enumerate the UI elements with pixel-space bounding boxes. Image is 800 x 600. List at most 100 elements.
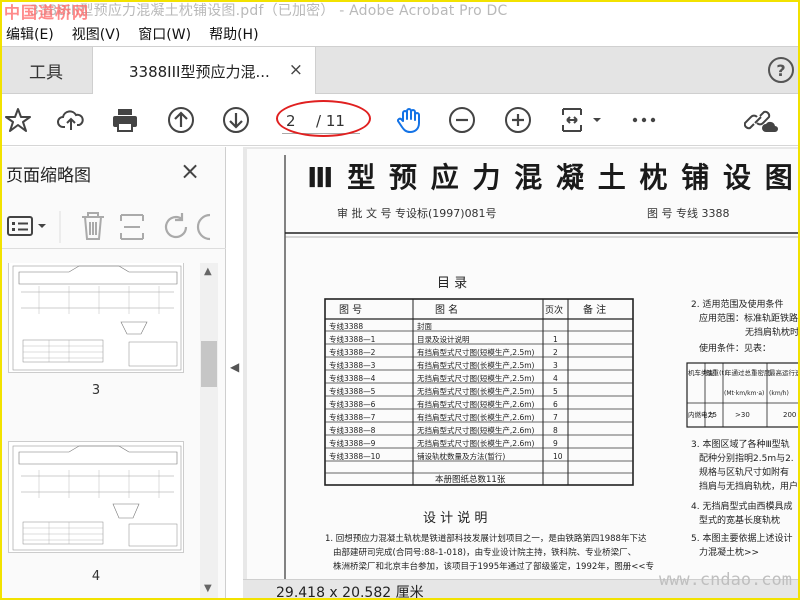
design-paragraph: 1. 回想预应力混凝土轨枕是铁道部科技发展计划项目之一，是由铁路第四1988年下…: [325, 533, 654, 572]
tab-document[interactable]: 3388III型预应力混... ×: [92, 47, 316, 95]
fit-page-icon[interactable]: [559, 106, 603, 134]
toc-cell-no: 专线3388—9: [329, 438, 376, 448]
collapse-sidebar-icon[interactable]: ◀: [230, 360, 239, 374]
toc-header-note: 备 注: [583, 303, 606, 316]
more-icon[interactable]: [630, 106, 658, 134]
toc-cell-name: 封面: [417, 321, 432, 331]
toc-cell-no: 专线3388—10: [329, 451, 380, 461]
zoom-in-icon[interactable]: [504, 106, 532, 134]
toc-cell-no: 专线3388—6: [329, 399, 376, 409]
toc-cell-name: 有挡肩型式尺寸图(长模生产,2.5m): [417, 360, 535, 370]
right-col-line-10: 型式的宽基长度轨枕: [699, 514, 780, 526]
sidebar-toolbar: [0, 203, 226, 249]
page-size-readout: 29.418 x 20.582 厘米: [276, 585, 424, 600]
thumbnail-options-icon[interactable]: [7, 216, 46, 236]
toc-cell-name: 无挡肩型式尺寸图(短模生产,2.5m): [417, 373, 535, 383]
right-col-line-1: 2. 适用范围及使用条件: [691, 298, 783, 310]
sidebar-scroll-thumb[interactable]: [201, 341, 217, 387]
thumbnail-label-4: 4: [91, 569, 101, 584]
toc-header-name: 图 名: [435, 303, 458, 316]
toc-title: 目 录: [437, 276, 467, 291]
doc-drawing-no: 图 号 专线 3388: [647, 206, 729, 220]
toc-cell-no: 专线3388—2: [329, 347, 376, 357]
menu-bar: 编辑(E) 视图(V) 窗口(W) 帮助(H): [0, 22, 800, 46]
design-title: 设 计 说 明: [423, 511, 487, 526]
toc-cell-page: 2: [553, 348, 558, 357]
extract-pages-icon[interactable]: [120, 214, 144, 240]
print-icon[interactable]: [111, 106, 139, 134]
scroll-up-arrow-icon[interactable]: ▲: [204, 266, 212, 277]
mini-th-2: 轴重(t): [706, 368, 727, 377]
pdf-page: Ⅲ 型 预 应 力 混 凝 土 枕 铺 设 图 审 批 文 号 专设标(1997…: [247, 149, 800, 579]
design-paragraph-line-2: 由部建研司完成(合同号:88-1-018)，由专业设计院主持，铁科院、专业桥梁厂…: [333, 547, 636, 558]
right-col-line-5: 3. 本图区域了各种Ⅲ型轨: [691, 438, 790, 450]
thumbnail-page-4[interactable]: [8, 441, 184, 553]
menu-view[interactable]: 视图(V): [72, 24, 121, 44]
upload-cloud-icon[interactable]: [57, 106, 85, 134]
site-watermark: www.cndao.com: [658, 570, 792, 590]
red-annotation-ellipse: [276, 100, 371, 137]
bookmark-star-icon[interactable]: [4, 106, 32, 134]
toc-cell-name: 无挡肩型式尺寸图(长模生产,2.6m): [417, 438, 535, 448]
toc-cell-no: 专线3388—3: [329, 360, 376, 370]
tab-close-icon[interactable]: ×: [289, 60, 303, 80]
tab-bar: 工具 3388III型预应力混... × ?: [0, 46, 800, 95]
tab-tools[interactable]: 工具: [0, 47, 92, 94]
tab-document-label: 3388III型预应力混...: [129, 62, 270, 81]
toc-cell-page: 7: [553, 413, 558, 422]
design-paragraph-line-1: 1. 回想预应力混凝土轨枕是铁道部科技发展计划项目之一，是由铁路第四1988年下…: [325, 533, 647, 544]
right-col-line-12: 力混凝土枕>>: [699, 546, 759, 558]
right-col-line-8: 挡肩与无挡肩轨枕，用户: [699, 480, 798, 492]
mini-unit-4: (km/h): [769, 390, 789, 397]
toc-cell-no: 专线3388—8: [329, 425, 376, 435]
right-column-text: 2. 适用范围及使用条件 应用范围：标准轨距铁路 无挡肩轨枕时 使用条件：见表：…: [691, 298, 799, 558]
document-view[interactable]: Ⅲ 型 预 应 力 混 凝 土 枕 铺 设 图 审 批 文 号 专设标(1997…: [243, 147, 800, 600]
thumbnail-page-3[interactable]: [8, 263, 184, 373]
thumbnail-sidebar: 页面缩略图 × 3 4 ▲ ▼: [0, 147, 226, 600]
watermark-logo: 中国道桥网: [4, 3, 90, 20]
toc-cell-name: 无挡肩型式尺寸图(短模生产,2.6m): [417, 425, 535, 435]
mini-th-3: 年通过总重密度: [725, 368, 771, 377]
toc-rows: 专线3388 封面专线3388—1 目录及设计说明 1 专线3388—2 有挡肩型式尺寸图…: [329, 321, 563, 461]
toc-cell-page: 6: [553, 400, 558, 409]
page-up-icon[interactable]: [167, 106, 195, 134]
window-title-bar: 3388III型预应力混凝土枕铺设图.pdf（已加密） - Adobe Acro…: [0, 0, 800, 20]
zoom-out-icon[interactable]: [448, 106, 476, 134]
menu-edit[interactable]: 编辑(E): [6, 24, 54, 44]
mini-td-3: >30: [735, 411, 750, 419]
page-down-icon[interactable]: [222, 106, 250, 134]
design-paragraph-line-3: 株洲桥梁厂和北京丰台参加，该项目于1995年通过了部级鉴定，1992年，图册<<…: [333, 561, 654, 572]
window-title: 3388III型预应力混凝土枕铺设图.pdf（已加密） - Adobe Acro…: [30, 3, 508, 19]
right-col-line-7: 规格与区轨尺寸如附有: [699, 466, 789, 478]
toc-cell-page: 10: [553, 452, 563, 461]
toc-cell-no: 专线3388—4: [329, 373, 376, 383]
toc-cell-page: 9: [553, 439, 558, 448]
right-col-line-6: 配种分别指明2.5m与2.: [699, 452, 794, 464]
menu-window[interactable]: 窗口(W): [138, 24, 191, 44]
sidebar-close-icon[interactable]: ×: [180, 157, 200, 185]
thumbnail-3-drawing: [12, 265, 182, 371]
right-col-line-2: 应用范围：标准轨距铁路: [699, 312, 798, 324]
share-link-icon[interactable]: [744, 106, 778, 134]
mini-th-4: 最高运行速度: [769, 368, 800, 377]
right-col-line-3: 无挡肩轨枕时: [745, 326, 799, 338]
toc-cell-no: 专线3388—7: [329, 412, 376, 422]
doc-heading: Ⅲ 型 预 应 力 混 凝 土 枕 铺 设 图: [307, 161, 795, 194]
toc-cell-name: 铺设轨枕数量及方法(暂行): [417, 451, 505, 461]
toc-footer: 本册图纸总数11张: [435, 474, 506, 485]
mini-td-2: 25: [708, 411, 717, 419]
toc-header-no: 图 号: [339, 304, 362, 316]
menu-help[interactable]: 帮助(H): [209, 24, 258, 44]
scroll-down-arrow-icon[interactable]: ▼: [204, 583, 212, 594]
rotate-page-icon[interactable]: [164, 213, 188, 239]
mini-td-4: 200: [783, 411, 796, 419]
toc-cell-page: 1: [553, 335, 558, 344]
toolbar: [0, 94, 800, 146]
hand-tool-icon[interactable]: [395, 106, 423, 134]
toc-cell-no: 专线3388—5: [329, 386, 376, 396]
delete-page-icon[interactable]: [82, 212, 104, 240]
toc-cell-page: 3: [553, 361, 558, 370]
toc-cell-page: 4: [553, 374, 558, 383]
help-icon[interactable]: ?: [768, 57, 794, 83]
sidebar-scrollbar[interactable]: ▲ ▼: [200, 263, 218, 600]
